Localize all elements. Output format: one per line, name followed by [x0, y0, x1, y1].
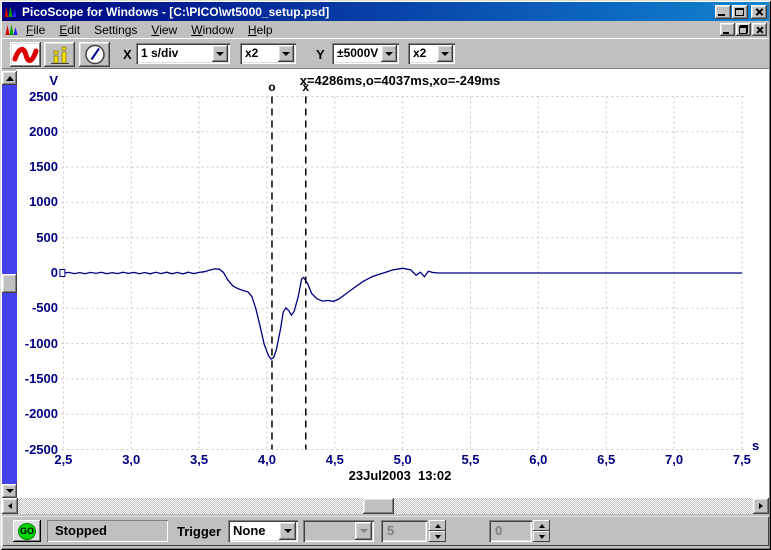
x-axis-unit-label: s — [752, 438, 760, 453]
x-tick-label: 2,5 — [54, 452, 73, 467]
trigger-mode-select[interactable]: None — [228, 520, 298, 542]
waveform-plot[interactable] — [0, 70, 771, 498]
chevron-down-icon — [216, 51, 224, 56]
trigger-label: Trigger — [177, 524, 222, 539]
mdi-restore-button[interactable] — [736, 23, 751, 36]
horizontal-scrollbar[interactable] — [2, 498, 769, 514]
chevron-down-icon — [283, 529, 292, 533]
cursor-readout: x=4286ms,o=4037ms,xo=-249ms — [299, 73, 501, 88]
status-spinbox-2[interactable]: 0 — [489, 520, 532, 542]
go-button[interactable]: GO — [13, 520, 41, 542]
maximize-icon — [735, 7, 744, 16]
spectrum-view-button[interactable] — [44, 42, 75, 67]
timebase-select[interactable]: 1 s/div — [136, 43, 230, 64]
scroll-right-button[interactable] — [753, 498, 769, 514]
arrow-up-icon — [434, 523, 441, 528]
vertical-scrollbar[interactable] — [2, 71, 17, 498]
dropdown-button[interactable] — [279, 522, 296, 540]
status-text: Stopped — [47, 520, 168, 542]
menu-bar: File Edit Settings View Window Help — [2, 21, 769, 38]
arrow-right-icon — [759, 503, 763, 509]
trigger-secondary-select — [303, 520, 374, 542]
cursor-marker-o[interactable]: o — [266, 80, 278, 94]
status-spinbox-1-buttons[interactable] — [429, 520, 446, 542]
close-icon — [755, 7, 764, 16]
menu-item-edit[interactable]: Edit — [52, 22, 87, 38]
x-tick-label: 5,5 — [461, 452, 480, 467]
minimize-icon — [718, 13, 725, 16]
menu-item-window[interactable]: Window — [184, 22, 241, 38]
dropdown-button — [355, 522, 372, 540]
menu-item-view[interactable]: View — [144, 22, 184, 38]
maximize-button[interactable] — [732, 4, 748, 19]
toolbar: X 1 s/div x2 Y ±5000V x2 — [2, 38, 769, 69]
mdi-close-button[interactable] — [752, 23, 767, 36]
window-title: PicoScope for Windows - [C:\PICO\wt5000_… — [22, 4, 330, 19]
x-tick-label: 3,0 — [122, 452, 141, 467]
x-tick-label: 4,0 — [257, 452, 276, 467]
arrow-up-icon — [538, 523, 545, 528]
vertical-scroll-thumb[interactable] — [2, 274, 17, 293]
x-tick-label: 3,5 — [190, 452, 209, 467]
arrow-down-icon — [5, 489, 14, 493]
arrow-down-icon — [538, 534, 545, 539]
x-axis-control-label: X — [123, 47, 132, 62]
scroll-down-button[interactable] — [2, 484, 17, 498]
trace-start-marker — [59, 269, 66, 277]
x-tick-label: 7,5 — [732, 452, 751, 467]
chevron-down-icon — [441, 51, 449, 56]
scope-view-button[interactable] — [10, 42, 41, 67]
mdi-minimize-button[interactable] — [720, 23, 735, 36]
scroll-up-button[interactable] — [2, 71, 17, 85]
spectrum-bars-icon — [50, 46, 69, 64]
cursor-marker-x[interactable]: x — [300, 80, 312, 94]
x-tick-label: 7,0 — [665, 452, 684, 467]
mdi-minimize-icon — [723, 32, 729, 34]
meter-gauge-icon — [84, 44, 105, 65]
y-range-select[interactable]: ±5000V — [332, 43, 399, 64]
meter-view-button[interactable] — [79, 42, 110, 67]
dropdown-button[interactable] — [278, 45, 294, 62]
arrow-left-icon — [8, 503, 12, 509]
spin-down-button[interactable] — [429, 531, 446, 542]
minimize-button[interactable] — [715, 4, 731, 19]
sine-wave-icon — [12, 47, 39, 63]
dropdown-button[interactable] — [381, 45, 397, 62]
x-tick-label: 4,5 — [325, 452, 344, 467]
mdi-restore-icon — [739, 25, 748, 34]
dropdown-button[interactable] — [437, 45, 453, 62]
x-tick-label: 6,0 — [529, 452, 548, 467]
arrow-up-icon — [5, 75, 14, 81]
x-tick-label: 5,0 — [393, 452, 412, 467]
title-bar[interactable]: PicoScope for Windows - [C:\PICO\wt5000_… — [2, 2, 769, 21]
status-spinbox-1[interactable]: 5 — [381, 520, 427, 542]
spin-down-button[interactable] — [533, 531, 550, 542]
chevron-down-icon — [282, 51, 290, 56]
spin-up-button[interactable] — [533, 520, 550, 531]
y-axis-control-label: Y — [316, 47, 325, 62]
menu-bar-items: File Edit Settings View Window Help — [19, 22, 280, 38]
spin-up-button[interactable] — [429, 520, 446, 531]
mdi-document-icon — [5, 24, 18, 35]
close-button[interactable] — [751, 4, 767, 19]
status-bar: GO Stopped Trigger None 5 0 — [2, 516, 769, 546]
dropdown-button[interactable] — [212, 45, 228, 62]
go-button-label: GO — [18, 522, 36, 540]
status-spinbox-2-buttons[interactable] — [533, 520, 550, 542]
x-tick-label: 6,5 — [597, 452, 616, 467]
x-multiplier-select[interactable]: x2 — [240, 43, 296, 64]
menu-item-help[interactable]: Help — [241, 22, 280, 38]
chevron-down-icon — [359, 529, 368, 533]
horizontal-scroll-thumb[interactable] — [363, 498, 394, 514]
chart-timestamp: 23Jul2003 13:02 — [348, 468, 452, 483]
app-icon — [4, 6, 17, 17]
chevron-down-icon — [385, 51, 393, 56]
y-multiplier-select[interactable]: x2 — [408, 43, 455, 64]
mdi-close-icon — [756, 26, 764, 34]
menu-item-file[interactable]: File — [19, 22, 52, 38]
menu-item-settings[interactable]: Settings — [87, 22, 144, 38]
picoscope-window: PicoScope for Windows - [C:\PICO\wt5000_… — [0, 0, 771, 550]
scroll-left-button[interactable] — [2, 498, 18, 514]
arrow-down-icon — [434, 534, 441, 539]
